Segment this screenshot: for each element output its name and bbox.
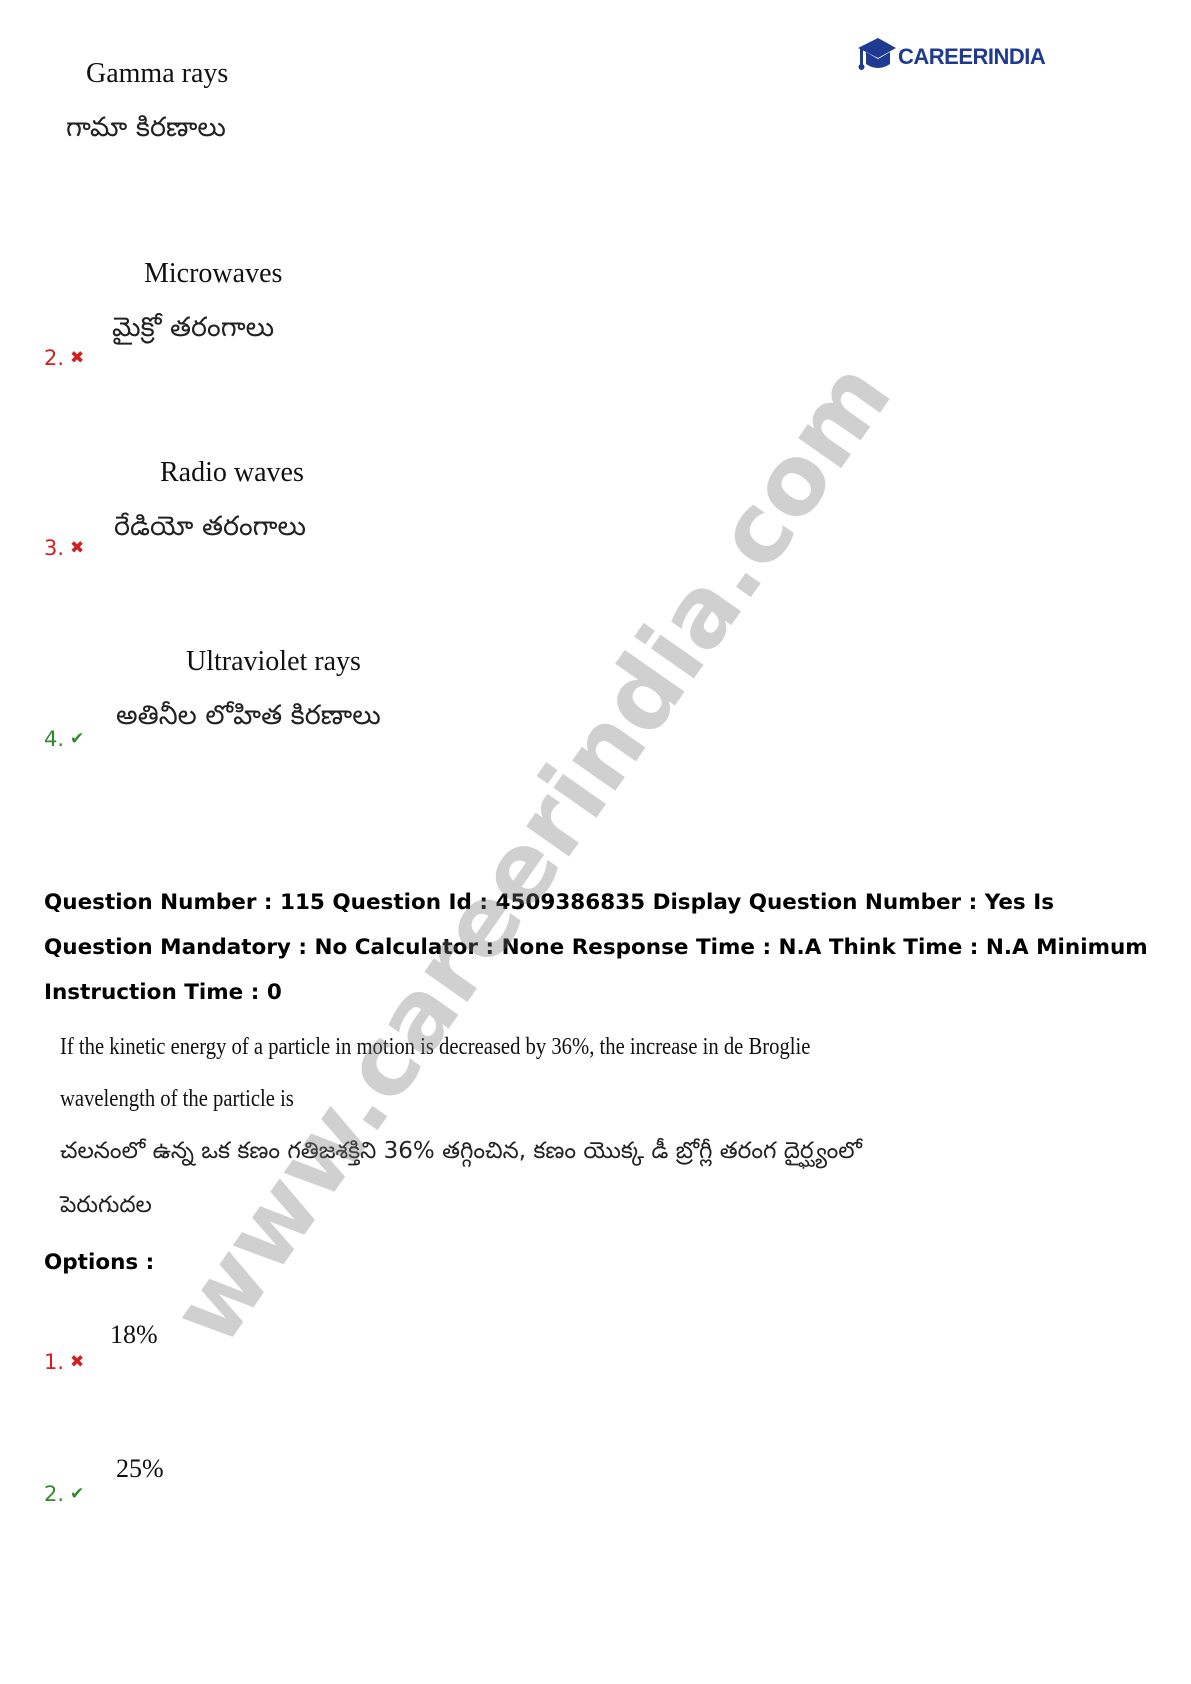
option-number-label: 4. bbox=[44, 727, 65, 751]
question-english-line2: wavelength of the particle is bbox=[60, 1086, 294, 1112]
wrong-mark-icon: ✖ bbox=[70, 538, 85, 558]
option-3-number: 3. ✖ bbox=[44, 536, 84, 560]
option-number-label: 1. bbox=[44, 1350, 65, 1374]
correct-mark-icon: ✔ bbox=[70, 1484, 85, 1504]
option-gamma-telugu: గామా కిరణాలు bbox=[66, 112, 226, 143]
option-number-label: 2. bbox=[44, 346, 65, 370]
options-label: Options : bbox=[44, 1250, 155, 1275]
watermark: www.careerindia.com bbox=[150, 341, 913, 1365]
wrong-mark-icon: ✖ bbox=[70, 1352, 85, 1372]
option-4-english: Ultraviolet rays bbox=[186, 646, 361, 677]
wrong-mark-icon: ✖ bbox=[70, 348, 85, 368]
question-meta: Question Number : 115 Question Id : 4509… bbox=[44, 890, 1148, 1005]
option-4-number: 4. ✔ bbox=[44, 727, 84, 751]
option-gamma-english: Gamma rays bbox=[86, 58, 229, 89]
graduation-cap-icon bbox=[858, 38, 896, 70]
option-number-label: 3. bbox=[44, 536, 65, 560]
logo-text-india: INDIA bbox=[987, 44, 1046, 69]
correct-mark-icon: ✔ bbox=[70, 729, 85, 749]
option-4-telugu: అతినీల లోహిత కిరణాలు bbox=[116, 700, 381, 731]
option-2-english: Microwaves bbox=[144, 258, 283, 289]
option-2-telugu: మైక్రో తరంగాలు bbox=[112, 312, 275, 343]
question-telugu-line2: పెరుగుదల bbox=[60, 1192, 152, 1218]
option-1-value: 18% bbox=[110, 1320, 158, 1349]
option-3-english: Radio waves bbox=[160, 457, 304, 488]
question-english-line1: If the kinetic energy of a particle in m… bbox=[60, 1034, 811, 1060]
option-2-value: 25% bbox=[116, 1454, 164, 1483]
option-2-number: 2. ✖ bbox=[44, 346, 84, 370]
option-2b-number: 2. ✔ bbox=[44, 1482, 84, 1506]
option-number-label: 2. bbox=[44, 1482, 65, 1506]
option-1-number: 1. ✖ bbox=[44, 1350, 84, 1374]
logo-text-career: CAREER bbox=[898, 44, 988, 69]
question-telugu-line1: చలనంలో ఉన్న ఒక కణం గతిజశక్తిని 36% తగ్గి… bbox=[60, 1138, 862, 1164]
option-3-telugu: రేడియో తరంగాలు bbox=[114, 511, 307, 542]
careerindia-logo: CAREERINDIA bbox=[856, 34, 1046, 78]
